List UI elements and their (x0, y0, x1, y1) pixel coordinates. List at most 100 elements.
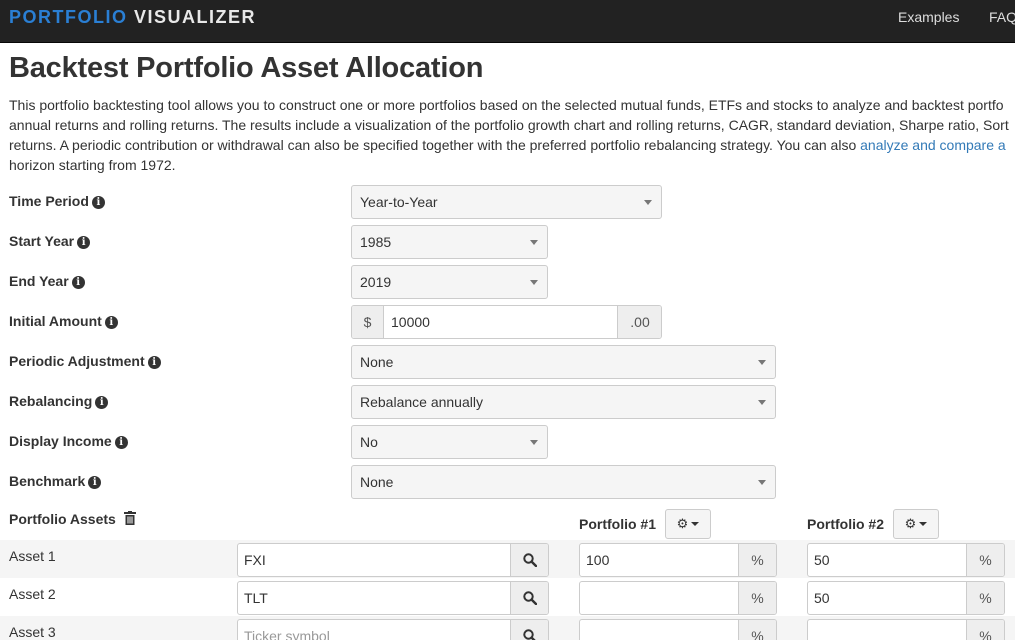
dollar-addon: $ (352, 306, 384, 338)
search-button[interactable] (510, 544, 548, 576)
percent-addon: % (738, 544, 776, 576)
page-title: Backtest Portfolio Asset Allocation (9, 52, 484, 84)
cents-addon: .00 (617, 306, 661, 338)
asset-2-ticker-input[interactable]: TLT (238, 582, 510, 614)
asset-1-p2-input[interactable]: 50 (808, 544, 966, 576)
end-year-value: 2019 (360, 274, 392, 290)
portfolio-assets-label: Portfolio Assets (9, 511, 136, 527)
search-icon (522, 629, 536, 640)
gear-icon: ⚙ (676, 516, 689, 531)
gear-icon: ⚙ (904, 516, 917, 531)
portfolio-1-label: Portfolio #1 (579, 516, 657, 532)
search-button[interactable] (510, 620, 548, 640)
description-line-4: horizon starting from 1972. (9, 157, 176, 173)
chevron-down-icon (758, 400, 766, 405)
benchmark-label-text: Benchmark (9, 473, 86, 489)
description-line-1: This portfolio backtesting tool allows y… (9, 97, 1004, 113)
asset-3-ticker-group: Ticker symbol (237, 619, 549, 640)
percent-addon: % (966, 544, 1004, 576)
portfolio-1-settings-button[interactable]: ⚙ (665, 509, 711, 539)
asset-3-p1-group: % (579, 619, 777, 640)
caret-down-icon (691, 522, 700, 526)
top-navbar: PORTFOLIO VISUALIZER Examples FAQ (0, 0, 1015, 43)
asset-1-label: Asset 1 (9, 548, 56, 564)
display-income-value: No (360, 434, 378, 450)
asset-2-label: Asset 2 (9, 586, 56, 602)
end-year-label: End Year i (9, 273, 85, 289)
benchmark-value: None (360, 474, 394, 490)
benchmark-select[interactable]: None (351, 465, 776, 499)
periodic-adjustment-label: Periodic Adjustment i (9, 353, 161, 369)
asset-2-ticker-group: TLT (237, 581, 549, 615)
start-year-select[interactable]: 1985 (351, 225, 548, 259)
initial-amount-group: $ 10000 .00 (351, 305, 662, 339)
time-period-select[interactable]: Year-to-Year (351, 185, 662, 219)
display-income-label: Display Income i (9, 433, 128, 449)
asset-1-p1-group: 100 % (579, 543, 777, 577)
analyze-compare-link[interactable]: analyze and compare a (860, 137, 1006, 153)
chevron-down-icon (644, 200, 652, 205)
info-circle-icon[interactable]: i (104, 316, 118, 329)
asset-2-p2-input[interactable]: 50 (808, 582, 966, 614)
periodic-adjustment-label-text: Periodic Adjustment (9, 353, 145, 369)
start-year-label: Start Year i (9, 233, 91, 249)
search-icon (522, 591, 537, 606)
info-circle-icon[interactable]: i (114, 436, 128, 449)
brand-logo[interactable]: PORTFOLIO VISUALIZER (9, 7, 256, 28)
initial-amount-input[interactable]: 10000 (385, 306, 618, 338)
brand-part1: PORTFOLIO (9, 7, 128, 27)
percent-addon: % (738, 582, 776, 614)
search-icon (522, 553, 537, 568)
nav-faq-link[interactable]: FAQ (989, 9, 1015, 25)
asset-1-p2-group: 50 % (807, 543, 1005, 577)
time-period-label: Time Period i (9, 193, 105, 209)
asset-3-label: Asset 3 (9, 624, 56, 640)
benchmark-label: Benchmark i (9, 473, 102, 489)
info-circle-icon[interactable]: i (88, 476, 102, 489)
rebalancing-value: Rebalance annually (360, 394, 483, 410)
display-income-select[interactable]: No (351, 425, 548, 459)
asset-3-p1-input[interactable] (580, 620, 738, 640)
asset-2-p2-group: 50 % (807, 581, 1005, 615)
rebalancing-select[interactable]: Rebalance annually (351, 385, 776, 419)
info-circle-icon[interactable]: i (91, 196, 105, 209)
portfolio-assets-label-text: Portfolio Assets (9, 511, 116, 527)
asset-3-ticker-input[interactable]: Ticker symbol (238, 620, 510, 640)
chevron-down-icon (530, 280, 538, 285)
periodic-adjustment-value: None (360, 354, 394, 370)
time-period-value: Year-to-Year (360, 194, 438, 210)
periodic-adjustment-select[interactable]: None (351, 345, 776, 379)
time-period-label-text: Time Period (9, 193, 89, 209)
chevron-down-icon (758, 480, 766, 485)
start-year-value: 1985 (360, 234, 392, 250)
initial-amount-label: Initial Amount i (9, 313, 118, 329)
search-button[interactable] (510, 582, 548, 614)
chevron-down-icon (758, 360, 766, 365)
trash-icon[interactable] (123, 511, 136, 525)
asset-3-p2-group: % (807, 619, 1005, 640)
asset-3-p2-input[interactable] (808, 620, 966, 640)
portfolio-2-label: Portfolio #2 (807, 516, 885, 532)
chevron-down-icon (530, 240, 538, 245)
chevron-down-icon (530, 440, 538, 445)
asset-1-p1-input[interactable]: 100 (580, 544, 738, 576)
end-year-label-text: End Year (9, 273, 69, 289)
initial-amount-label-text: Initial Amount (9, 313, 102, 329)
asset-1-ticker-group: FXI (237, 543, 549, 577)
info-circle-icon[interactable]: i (147, 356, 161, 369)
brand-part2: VISUALIZER (134, 7, 257, 27)
asset-2-p1-input[interactable] (580, 582, 738, 614)
start-year-label-text: Start Year (9, 233, 75, 249)
end-year-select[interactable]: 2019 (351, 265, 548, 299)
info-circle-icon[interactable]: i (95, 396, 109, 409)
display-income-label-text: Display Income (9, 433, 112, 449)
description-line-3-text: returns. A periodic contribution or with… (9, 137, 861, 153)
percent-addon: % (966, 620, 1004, 640)
asset-1-ticker-input[interactable]: FXI (238, 544, 510, 576)
nav-examples-link[interactable]: Examples (898, 9, 959, 25)
portfolio-2-settings-button[interactable]: ⚙ (893, 509, 939, 539)
description-line-3: returns. A periodic contribution or with… (9, 135, 1006, 155)
percent-addon: % (966, 582, 1004, 614)
info-circle-icon[interactable]: i (77, 236, 91, 249)
info-circle-icon[interactable]: i (71, 276, 85, 289)
